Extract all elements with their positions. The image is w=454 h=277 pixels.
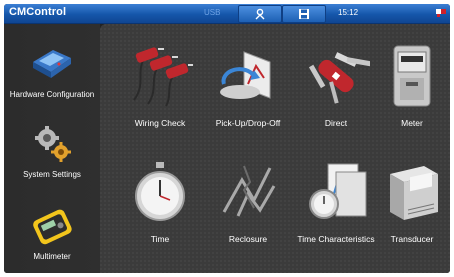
transducer-icon (390, 166, 438, 220)
save-disk-icon (299, 9, 309, 19)
sidebar-item-label: Multimeter (33, 252, 71, 261)
flag-icon[interactable] (435, 7, 447, 19)
gears-icon (35, 126, 71, 162)
clock: 15:12 (338, 8, 359, 17)
sidebar-item-label: System Settings (23, 170, 81, 179)
tile-time-characteristics[interactable]: Time Characteristics (296, 152, 376, 268)
tile-wiring-check[interactable]: Wiring Check (120, 36, 200, 152)
pickup-dropoff-icon (220, 51, 271, 99)
cable-plugs-icon (133, 47, 193, 107)
usb-status: USB (204, 8, 221, 17)
hardware-device-icon (33, 50, 71, 78)
main-panel: Wiring Check Pick-Up/Drop-Off Direct Met… (100, 24, 450, 273)
tile-pick-up-drop-off[interactable]: Pick-Up/Drop-Off (208, 36, 288, 152)
multi-tool-knife-icon (308, 52, 370, 104)
stopwatch-icon (135, 162, 185, 221)
sidebar: Hardware Configuration System Settings M… (4, 24, 100, 273)
sidebar-item-hardware-configuration[interactable]: Hardware Configuration (4, 42, 100, 122)
connect-button[interactable] (238, 5, 282, 23)
tile-meter[interactable]: Meter (372, 36, 450, 152)
tile-reclosure[interactable]: Reclosure (208, 152, 288, 268)
tile-label: Transducer (390, 234, 434, 244)
title-bar: CMControl USB 15:12 (4, 4, 450, 24)
sidebar-item-multimeter[interactable]: Multimeter (4, 204, 100, 273)
app-title: CMControl (9, 6, 67, 18)
reclosure-icon (222, 165, 276, 217)
sidebar-item-label: Hardware Configuration (9, 90, 95, 99)
energy-meter-icon (393, 45, 431, 107)
time-characteristics-icon (309, 163, 367, 219)
multimeter-icon (33, 209, 72, 245)
tile-transducer[interactable]: Transducer (372, 152, 450, 268)
tile-direct[interactable]: Direct (296, 36, 376, 152)
tile-label: Meter (401, 118, 423, 128)
sidebar-item-system-settings[interactable]: System Settings (4, 124, 100, 204)
save-button[interactable] (282, 5, 326, 23)
connect-icon (255, 8, 265, 20)
app-window: CMControl USB 15:12 Hardware Configurati… (4, 4, 450, 273)
tile-time[interactable]: Time (120, 152, 200, 268)
